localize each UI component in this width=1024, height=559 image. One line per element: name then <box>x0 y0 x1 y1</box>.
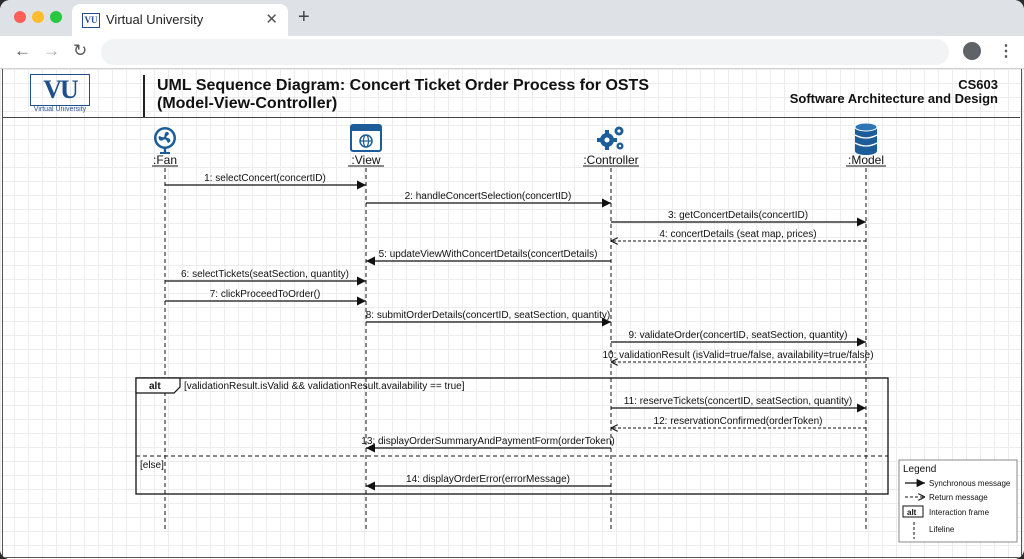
profile-icon[interactable] <box>963 42 981 60</box>
sequence-diagram: :Fan :View :Controller :Model 1: selectC… <box>135 122 1018 543</box>
tab-close-icon[interactable]: ✕ <box>265 10 278 28</box>
browser-toolbar: ← → ↻ ⋮ <box>0 36 1024 69</box>
gears-icon <box>597 126 624 150</box>
alt-operator: alt <box>149 381 161 392</box>
back-icon[interactable]: ← <box>14 41 31 61</box>
message-label: 8: submitOrderDetails(concertID, seatSec… <box>366 310 611 321</box>
participant-label-fan: :Fan <box>153 153 177 167</box>
message-label: 6: selectTickets(seatSection, quantity) <box>181 269 349 280</box>
message-label: 1: selectConcert(concertID) <box>204 173 326 184</box>
participant-label-controller: :Controller <box>583 153 638 167</box>
legend-frame-tag-label: alt <box>907 508 917 517</box>
message-label: 12: reservationConfirmed(orderToken) <box>654 416 823 427</box>
legend-return-label: Return message <box>929 493 988 502</box>
tab-title: Virtual University <box>106 12 204 27</box>
message-label: 14: displayOrderError(errorMessage) <box>406 474 570 485</box>
message-label: 10: validationResult (isValid=true/false… <box>602 350 873 361</box>
browser-icon <box>350 124 382 152</box>
message-label: 2: handleConcertSelection(concertID) <box>405 191 572 202</box>
page-content: VU Virtual University UML Sequence Diagr… <box>0 69 1024 559</box>
message-label: 4: concertDetails (seat map, prices) <box>659 229 816 240</box>
browser-window: VU Virtual University ✕ + ← → ↻ ⋮ VU Vir… <box>0 0 1024 559</box>
fan-icon <box>154 127 176 154</box>
new-tab-icon[interactable]: + <box>298 6 310 29</box>
alt-guard: [validationResult.isValid && validationR… <box>184 381 465 392</box>
close-window-button[interactable] <box>14 11 26 23</box>
message-label: 9: validateOrder(concertID, seatSection,… <box>629 330 848 341</box>
message-label: 3: getConcertDetails(concertID) <box>668 210 808 221</box>
address-bar[interactable] <box>101 39 949 65</box>
participant-label-view: :View <box>351 153 380 167</box>
participant-label-model: :Model <box>848 153 884 167</box>
browser-tab[interactable]: VU Virtual University ✕ <box>72 4 288 36</box>
reload-icon[interactable]: ↻ <box>73 41 87 61</box>
favicon-icon: VU <box>82 13 100 28</box>
forward-icon[interactable]: → <box>43 41 60 61</box>
legend-title: Legend <box>903 464 936 475</box>
else-guard: [else] <box>140 460 164 471</box>
minimize-window-button[interactable] <box>32 11 44 23</box>
database-icon <box>854 122 878 155</box>
tab-bar: VU Virtual University ✕ + <box>0 0 1024 36</box>
maximize-window-button[interactable] <box>50 11 62 23</box>
legend: Legend Synchronous message Return messag… <box>898 459 1018 543</box>
message-label: 13: displayOrderSummaryAndPaymentForm(or… <box>361 436 614 447</box>
legend-frame-label: Interaction frame <box>929 508 990 517</box>
message-label: 11: reserveTickets(concertID, seatSectio… <box>624 396 852 407</box>
message-label: 5: updateViewWithConcertDetails(concertD… <box>379 249 598 260</box>
message-label: 7: clickProceedToOrder() <box>210 289 321 300</box>
legend-sync-label: Synchronous message <box>929 479 1011 488</box>
browser-menu-icon[interactable]: ⋮ <box>998 41 1014 61</box>
legend-lifeline-label: Lifeline <box>929 525 955 534</box>
